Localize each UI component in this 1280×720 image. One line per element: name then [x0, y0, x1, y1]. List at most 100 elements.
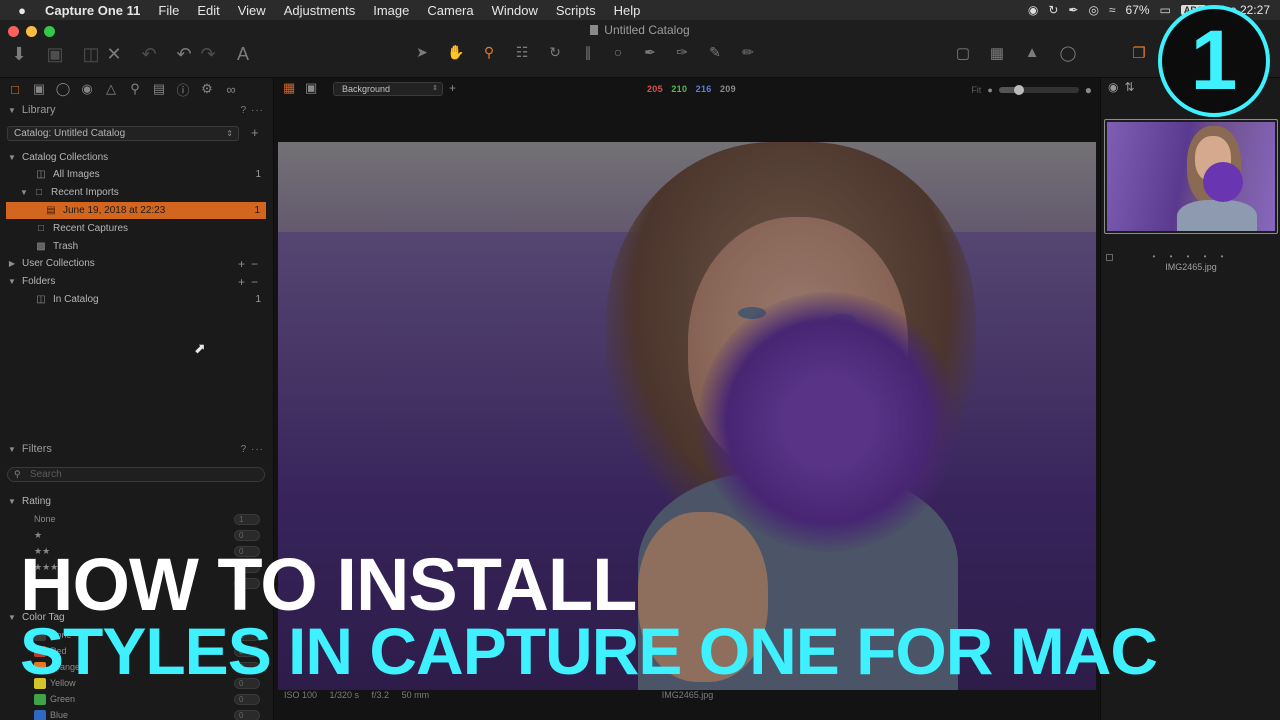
auto-adjust-icon[interactable]: A — [231, 44, 255, 65]
library-header-actions[interactable]: ? ··· — [241, 105, 264, 116]
rating-filter-row[interactable]: None 1 — [0, 511, 274, 527]
keystone-icon[interactable]: ∥ — [576, 44, 600, 61]
add-remove-collection-icon[interactable]: +− — [238, 257, 264, 271]
reset-icon[interactable]: ↶ — [137, 44, 161, 65]
collection-recent-captures[interactable]: □ Recent Captures — [0, 220, 274, 237]
menu-image[interactable]: Image — [364, 3, 418, 18]
thumbnail-checkbox[interactable] — [1106, 254, 1113, 261]
rotate-icon[interactable]: ↻ — [543, 44, 567, 61]
menu-camera[interactable]: Camera — [418, 3, 482, 18]
folders-header[interactable]: ▼ Folders +− — [0, 273, 274, 290]
viewer-mode-icon[interactable]: ❐ — [1127, 44, 1151, 62]
zoom-slider[interactable] — [998, 85, 1079, 95]
eraser-icon[interactable]: ✎ — [703, 44, 727, 61]
menu-edit[interactable]: Edit — [188, 3, 228, 18]
collection-recent-imports[interactable]: ▼ □ Recent Imports — [0, 184, 274, 201]
catalog-select[interactable]: Catalog: Untitled Catalog ⇕ — [7, 126, 239, 141]
add-remove-folder-icon[interactable]: +− — [238, 275, 264, 289]
menu-app[interactable]: Capture One 11 — [36, 3, 149, 18]
trash-icon: ▩ — [36, 241, 46, 252]
overlay-title-line-2: STYLES IN CAPTURE ONE FOR MAC — [20, 614, 1158, 688]
record-icon[interactable]: ◉ — [1028, 3, 1038, 17]
background-select[interactable]: Background ⇕ — [333, 82, 443, 96]
sync-icon[interactable]: ↻ — [1048, 3, 1058, 17]
menu-adjustments[interactable]: Adjustments — [275, 3, 365, 18]
feather-icon[interactable]: ✒ — [1068, 3, 1078, 17]
pan-hand-icon[interactable]: ✋ — [444, 44, 468, 61]
add-catalog-icon[interactable]: + — [251, 125, 259, 140]
multi-view-icon[interactable]: ▦ — [283, 80, 295, 96]
picker-icon[interactable]: ✒ — [638, 44, 662, 61]
menu-scripts[interactable]: Scripts — [547, 3, 605, 18]
settings-tab-icon[interactable]: ⚙ — [198, 81, 216, 97]
color-label: Green — [50, 694, 76, 704]
collection-import-june-19[interactable]: ▤ June 19, 2018 at 22:23 1 — [6, 202, 266, 219]
zoom-slider-knob[interactable] — [1013, 85, 1024, 95]
chevron-down-icon: ▼ — [8, 444, 16, 454]
menu-view[interactable]: View — [229, 3, 275, 18]
redo-icon[interactable]: ↷ — [196, 44, 220, 65]
menu-help[interactable]: Help — [605, 3, 650, 18]
user-collections-header[interactable]: ▶ User Collections +− — [0, 255, 274, 272]
collection-trash[interactable]: ▩ Trash — [0, 238, 274, 255]
folder-label: In Catalog — [53, 294, 99, 305]
annotate-icon[interactable]: ✏ — [736, 44, 760, 61]
thumbnail-selected[interactable] — [1104, 119, 1278, 234]
collection-all-images[interactable]: ◫ All Images 1 — [0, 166, 274, 183]
proof-glasses-icon[interactable]: ◯ — [1056, 44, 1080, 62]
exposure-tab-icon[interactable]: △ — [102, 81, 120, 97]
grid-icon[interactable]: ▦ — [985, 44, 1009, 62]
delete-icon[interactable]: ✕ — [102, 44, 126, 65]
menu-file[interactable]: File — [149, 3, 188, 18]
loupe-icon[interactable]: ⚲ — [477, 44, 501, 61]
batch-tab-icon[interactable]: ∞ — [222, 82, 240, 97]
eye-icon[interactable]: ◎ — [1088, 3, 1098, 17]
collection-count: 1 — [255, 169, 261, 180]
folder-in-catalog[interactable]: ◫ In Catalog 1 — [0, 291, 274, 308]
collection-count: 1 — [254, 205, 260, 216]
filters-header-actions[interactable]: ? ··· — [241, 444, 264, 455]
crop-icon[interactable]: ☷ — [510, 44, 534, 61]
library-header[interactable]: ▼ Library ? ··· — [0, 101, 274, 119]
library-tab-icon[interactable]: □ — [6, 82, 24, 97]
brush-icon[interactable]: ✑ — [670, 44, 694, 61]
apple-menu-icon[interactable]: ● — [8, 3, 36, 18]
battery-percent: 67% — [1125, 3, 1150, 17]
filter-search-input[interactable]: ⚲ Search — [7, 467, 265, 482]
color-tab-icon[interactable]: ◉ — [78, 81, 96, 97]
tether-icon[interactable]: ◫ — [79, 44, 103, 65]
add-variant-icon[interactable]: + — [449, 81, 456, 95]
battery-icon[interactable]: ▭ — [1160, 3, 1171, 17]
camera-icon[interactable]: ▣ — [43, 44, 67, 65]
exposure-warning-icon[interactable]: ▢ — [951, 44, 975, 62]
rating-header[interactable]: ▼ Rating — [0, 493, 274, 510]
metadata-tab-icon[interactable]: ▤ — [150, 81, 168, 97]
browser-toolbar: ◉ ⇅ — [1108, 80, 1135, 94]
thumbnail-rating[interactable]: • • • • • — [1106, 252, 1276, 261]
lens-tab-icon[interactable]: ◯ — [54, 81, 72, 97]
warning-icon[interactable]: ▲ — [1020, 44, 1044, 61]
thumbnail-image — [1107, 122, 1275, 231]
sort-arrows-icon[interactable]: ⇅ — [1124, 80, 1134, 94]
import-icon[interactable]: ⬇ — [7, 44, 31, 65]
eye-icon[interactable]: ◉ — [1108, 80, 1118, 94]
viewer-info-bar: ISO 100 1/320 s f/3.2 50 mm IMG2465.jpg — [275, 688, 1100, 704]
menu-window[interactable]: Window — [483, 3, 547, 18]
wifi-icon[interactable]: ≈ — [1109, 3, 1116, 17]
rating-filter-row[interactable]: ★ 0 — [0, 527, 274, 543]
details-tab-icon[interactable]: ⚲ — [126, 81, 144, 97]
thumb-dress — [1177, 200, 1257, 231]
color-filter-row[interactable]: Blue 0 — [0, 707, 274, 720]
spot-removal-icon[interactable]: ○ — [606, 44, 630, 60]
single-view-icon[interactable]: ▣ — [305, 80, 317, 96]
select-cursor-icon[interactable]: ➤ — [410, 44, 434, 61]
color-filter-row[interactable]: Green 0 — [0, 691, 274, 707]
undo-icon[interactable]: ↶ — [172, 44, 196, 65]
filters-header[interactable]: ▼ Filters ? ··· — [0, 440, 274, 458]
fit-label[interactable]: Fit — [971, 85, 981, 95]
catalog-collections-header[interactable]: ▼ Catalog Collections — [0, 149, 274, 166]
episode-number-badge: 1 — [1158, 5, 1270, 117]
info-tab-icon[interactable]: ⓘ — [174, 80, 192, 99]
capture-tab-icon[interactable]: ▣ — [30, 81, 48, 97]
folders-label: Folders — [22, 276, 56, 287]
